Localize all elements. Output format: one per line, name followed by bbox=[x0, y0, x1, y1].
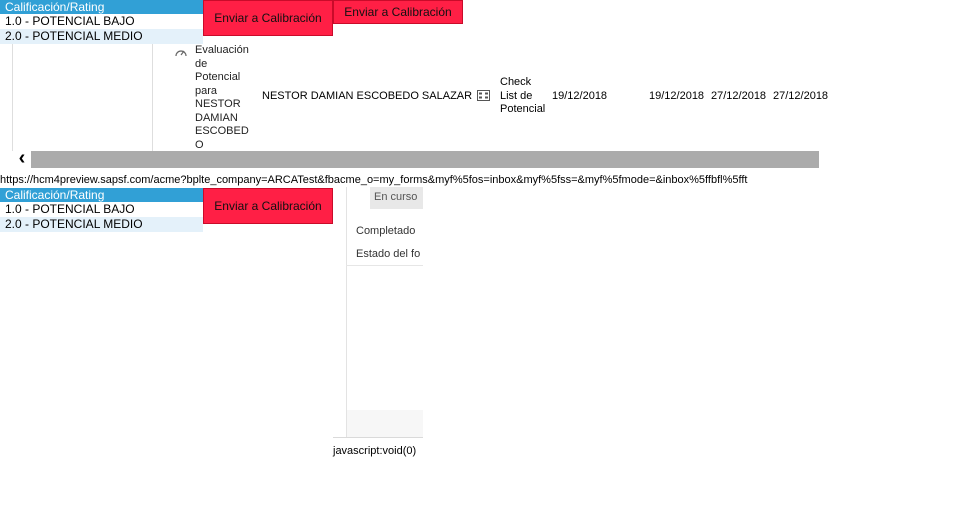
form-row: Evaluación de Potencial para NESTOR DAMI… bbox=[160, 44, 840, 167]
rating-option[interactable]: 1.0 - POTENCIAL BAJO bbox=[0, 202, 203, 217]
status-bar-url: javascript:void(0) bbox=[333, 445, 417, 457]
tab-in-progress[interactable]: En curso bbox=[370, 187, 423, 209]
panel-footer bbox=[347, 410, 423, 437]
date-cell: 19/12/2018 bbox=[552, 90, 608, 102]
rating-panel: Calificación/Rating 1.0 - POTENCIAL BAJO… bbox=[0, 188, 203, 232]
rating-panel: Calificación/Rating 1.0 - POTENCIAL BAJO… bbox=[0, 0, 203, 44]
column-divider bbox=[12, 44, 13, 152]
date-cell: 27/12/2018 bbox=[773, 90, 829, 102]
send-to-calibration-button[interactable]: Enviar a Calibración bbox=[203, 0, 333, 36]
rating-option[interactable]: 1.0 - POTENCIAL BAJO bbox=[0, 14, 203, 29]
scrollbar-track[interactable] bbox=[31, 151, 819, 168]
panel-divider bbox=[346, 265, 423, 266]
form-status-label: Estado del fo bbox=[356, 248, 421, 260]
org-chart-icon[interactable] bbox=[477, 90, 490, 101]
horizontal-scrollbar[interactable]: ‹ bbox=[0, 148, 838, 168]
date-cell: 19/12/2018 bbox=[649, 90, 705, 102]
date-cell: 27/12/2018 bbox=[711, 90, 767, 102]
panel-divider bbox=[346, 187, 347, 437]
rating-option[interactable]: 2.0 - POTENCIAL MEDIO bbox=[0, 29, 203, 44]
form-title-link[interactable]: Evaluación de Potencial para NESTOR DAMI… bbox=[195, 44, 255, 167]
status-filter-panel: En curso Completado Estado del fo bbox=[346, 187, 423, 437]
route-step: Check List de Potencial bbox=[500, 76, 546, 115]
rating-option[interactable]: 2.0 - POTENCIAL MEDIO bbox=[0, 217, 203, 232]
status-bar: javascript:void(0) bbox=[333, 437, 423, 464]
rating-panel-header: Calificación/Rating bbox=[0, 188, 203, 202]
link-url-text: https://hcm4preview.sapsf.com/acme?bplte… bbox=[0, 174, 748, 186]
rating-panel-header: Calificación/Rating bbox=[0, 0, 203, 14]
send-to-calibration-button[interactable]: Enviar a Calibración bbox=[333, 0, 463, 24]
scroll-left-icon[interactable]: ‹ bbox=[14, 148, 30, 168]
column-divider bbox=[152, 44, 153, 152]
speedometer-icon bbox=[175, 50, 187, 57]
completed-filter[interactable]: Completado bbox=[356, 225, 423, 237]
send-to-calibration-button[interactable]: Enviar a Calibración bbox=[203, 188, 333, 224]
employee-name: NESTOR DAMIAN ESCOBEDO SALAZAR bbox=[262, 90, 473, 102]
